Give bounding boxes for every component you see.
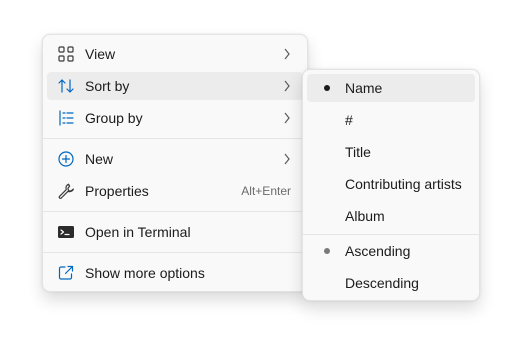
menu-item-properties[interactable]: Properties Alt+Enter [47, 177, 303, 205]
menu-item-sort-by[interactable]: Sort by [47, 72, 303, 100]
menu-item-view[interactable]: View [47, 40, 303, 68]
sort-option-label: Name [345, 80, 383, 96]
sort-option-album[interactable]: Album [307, 202, 475, 230]
menu-separator [43, 138, 307, 139]
sort-order-ascending[interactable]: Ascending [307, 237, 475, 265]
sort-order-descending[interactable]: Descending [307, 269, 475, 297]
menu-item-open-in-terminal[interactable]: Open in Terminal [47, 218, 303, 246]
sort-option-title[interactable]: Title [307, 138, 475, 166]
expand-arrow-icon [57, 264, 75, 282]
chevron-right-icon [283, 48, 291, 60]
menu-separator [43, 211, 307, 212]
chevron-right-icon [283, 153, 291, 165]
menu-item-new-label: New [85, 151, 114, 167]
menu-item-show-more-options-label: Show more options [85, 265, 205, 281]
chevron-right-icon [283, 80, 291, 92]
wrench-icon [57, 182, 75, 200]
selected-bullet-icon [324, 85, 330, 91]
menu-item-group-by-label: Group by [85, 110, 143, 126]
menu-item-group-by[interactable]: Group by [47, 104, 303, 132]
sort-by-submenu: Name # Title Contributing artists Album … [302, 69, 480, 301]
menu-item-show-more-options[interactable]: Show more options [47, 259, 303, 287]
view-grid-icon [57, 45, 75, 63]
selected-bullet-icon [324, 248, 330, 254]
sort-order-label: Descending [345, 275, 419, 291]
sort-option-contributing-artists[interactable]: Contributing artists [307, 170, 475, 198]
menu-separator [43, 252, 307, 253]
sort-icon [57, 77, 75, 95]
sort-option-number[interactable]: # [307, 106, 475, 134]
chevron-right-icon [283, 112, 291, 124]
sort-option-label: Title [345, 144, 371, 160]
plus-circle-icon [57, 150, 75, 168]
sort-option-name[interactable]: Name [307, 74, 475, 102]
menu-item-view-label: View [85, 46, 116, 62]
sort-option-label: Contributing artists [345, 176, 462, 192]
properties-shortcut: Alt+Enter [241, 184, 291, 198]
menu-separator [303, 234, 479, 235]
menu-item-properties-label: Properties [85, 183, 149, 199]
menu-item-sort-by-label: Sort by [85, 78, 130, 94]
terminal-icon [57, 223, 75, 241]
context-menu: View Sort by Group by New Properties Alt… [42, 34, 308, 292]
menu-item-open-in-terminal-label: Open in Terminal [85, 224, 191, 240]
menu-item-new[interactable]: New [47, 145, 303, 173]
group-list-icon [57, 109, 75, 127]
sort-option-label: Album [345, 208, 385, 224]
sort-order-label: Ascending [345, 243, 411, 259]
sort-option-label: # [345, 112, 353, 128]
